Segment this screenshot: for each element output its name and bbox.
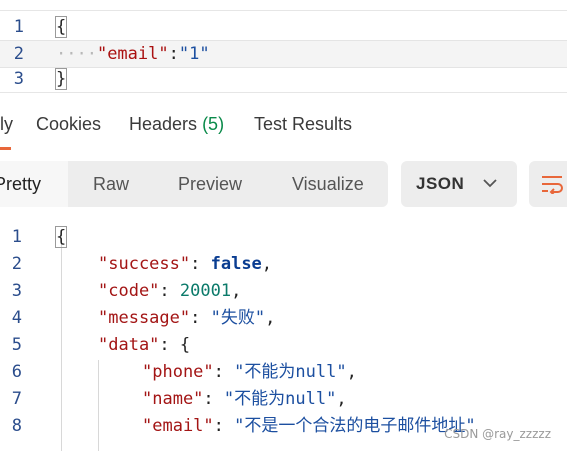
code-text[interactable]: ····"email":"1" — [56, 41, 210, 67]
json-comma: , — [261, 254, 273, 274]
response-line: 3 "code": 20001, — [0, 278, 567, 305]
line-number: 6 — [11, 362, 22, 382]
json-colon: : — [190, 254, 211, 274]
json-colon: : — [190, 308, 211, 328]
response-line: 5 "data": { — [0, 332, 567, 359]
view-mode-bar: Pretty Raw Preview Visualize — [0, 161, 388, 207]
json-colon: : — [159, 335, 180, 355]
response-line: 7 "name": "不能为null", — [0, 386, 567, 413]
format-dropdown[interactable]: JSON — [401, 161, 517, 207]
line-number: 1 — [13, 17, 24, 37]
brace: { — [179, 335, 191, 355]
editor-divider — [0, 92, 567, 93]
json-colon: : — [213, 416, 235, 436]
json-key: "message" — [98, 308, 191, 328]
line-number: 2 — [13, 44, 24, 64]
json-colon: : — [213, 362, 235, 382]
json-value: "不能为null" — [223, 389, 337, 409]
active-tab-indicator — [0, 147, 11, 150]
line-number: 5 — [11, 335, 22, 355]
editor-divider — [0, 10, 567, 11]
code-text: "name": "不能为null", — [142, 386, 347, 413]
code-text: "success": false, — [98, 251, 272, 278]
line-number: 4 — [11, 308, 22, 328]
view-pretty-button[interactable]: Pretty — [0, 161, 68, 207]
json-key: "email" — [96, 44, 169, 64]
json-value: "1" — [178, 44, 210, 64]
code-text: "phone": "不能为null", — [142, 359, 357, 386]
json-value: 20001 — [179, 281, 232, 301]
json-value: "不能为null" — [234, 362, 347, 382]
watermark: CSDN @ray_zzzzz — [444, 427, 551, 441]
line-number: 3 — [13, 69, 24, 89]
line-number: 7 — [11, 389, 22, 409]
response-line: 4 "message": "失败", — [0, 305, 567, 332]
editor-line: 3 } — [0, 66, 567, 92]
json-comma: , — [346, 362, 357, 382]
json-colon: : — [159, 281, 180, 301]
json-comma: , — [265, 308, 276, 328]
json-value: "不是一个合法的电子邮件地址" — [234, 416, 476, 436]
code-text: { — [54, 14, 68, 40]
response-line: 6 "phone": "不能为null", — [0, 359, 567, 386]
editor-line-active[interactable]: 2 ····"email":"1" — [0, 40, 567, 68]
line-number: 3 — [11, 281, 22, 301]
json-key: "name" — [142, 389, 204, 409]
code-text: "code": 20001, — [98, 278, 241, 305]
code-text: { — [54, 224, 68, 251]
response-tabs: ly Cookies Headers (5) Test Results — [0, 100, 567, 150]
request-body-editor[interactable]: 1 { 2 ····"email":"1" 3 } — [0, 0, 567, 93]
response-line: 2 "success": false, — [0, 251, 567, 278]
response-body-viewer: 1 { 2 "success": false, 3 "code": 20001,… — [0, 224, 567, 451]
json-comma: , — [336, 389, 347, 409]
tab-test-results[interactable]: Test Results — [254, 114, 352, 135]
json-key: "success" — [98, 254, 191, 274]
line-number: 2 — [11, 254, 22, 274]
view-raw-button[interactable]: Raw — [93, 161, 129, 207]
json-key: "email" — [142, 416, 214, 436]
code-text: } — [54, 66, 68, 92]
code-text: "email": "不是一个合法的电子邮件地址" — [142, 413, 476, 440]
view-pretty-label: Pretty — [0, 174, 42, 194]
line-number: 1 — [11, 227, 22, 247]
view-visualize-button[interactable]: Visualize — [292, 161, 364, 207]
indent-guide: ···· — [56, 44, 97, 64]
wrap-lines-button[interactable] — [529, 161, 567, 207]
tab-body[interactable]: ly — [0, 114, 13, 135]
json-value: false — [210, 254, 262, 274]
code-text: "data": { — [98, 332, 190, 359]
json-value: "失败" — [210, 308, 266, 328]
format-dropdown-label: JSON — [416, 174, 465, 193]
json-colon: : — [168, 44, 179, 64]
json-colon: : — [203, 389, 224, 409]
chevron-down-icon — [483, 179, 497, 188]
tab-cookies[interactable]: Cookies — [36, 114, 101, 135]
tab-headers-label: Headers — [129, 114, 198, 134]
json-key: "data" — [98, 335, 160, 355]
editor-line: 1 { — [0, 14, 567, 40]
brace: { — [54, 226, 68, 248]
view-preview-button[interactable]: Preview — [178, 161, 242, 207]
line-number: 8 — [11, 416, 22, 436]
brace: } — [54, 68, 68, 90]
json-key: "code" — [98, 281, 160, 301]
response-line: 1 { — [0, 224, 567, 251]
headers-count-badge: (5) — [202, 114, 225, 134]
json-comma: , — [231, 281, 242, 301]
json-key: "phone" — [142, 362, 214, 382]
code-text: "message": "失败", — [98, 305, 275, 332]
tab-headers[interactable]: Headers (5) — [129, 114, 224, 135]
wrap-lines-icon — [542, 176, 563, 194]
brace: { — [54, 16, 68, 38]
